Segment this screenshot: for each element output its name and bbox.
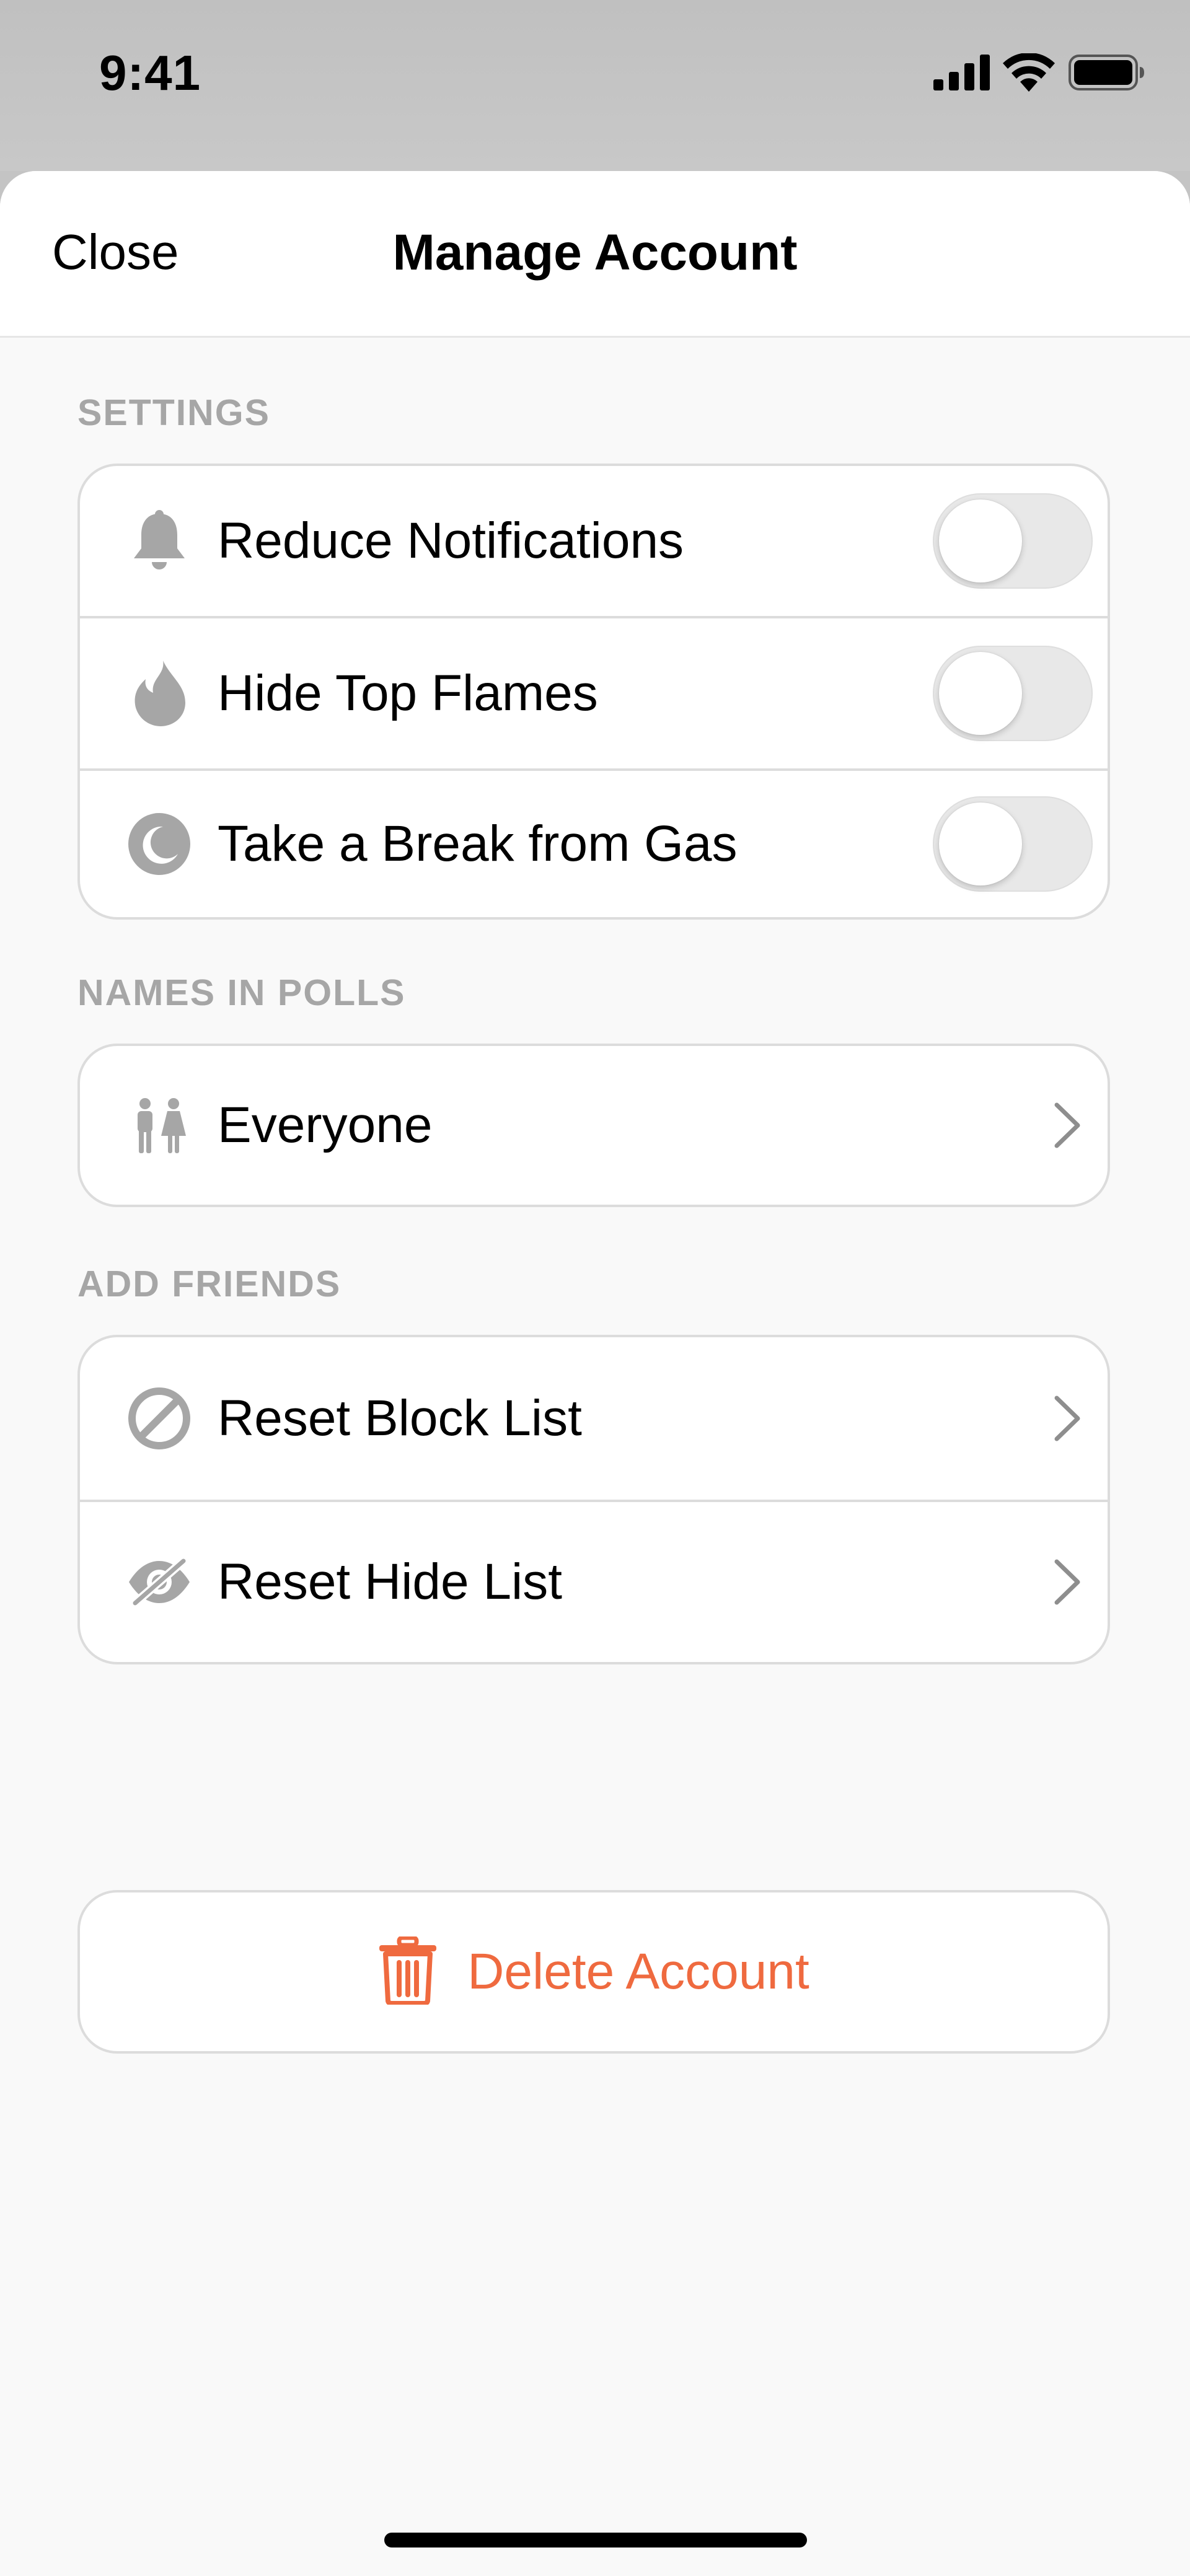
section-header-add-friends: ADD FRIENDS — [77, 1264, 342, 1304]
toggle-knob — [939, 802, 1022, 886]
page-title: Manage Account — [392, 224, 798, 281]
names-in-polls-row[interactable]: Everyone — [80, 1046, 1108, 1205]
status-icons — [933, 53, 1145, 92]
bell-icon — [125, 506, 194, 576]
section-header-settings: SETTINGS — [77, 392, 271, 433]
settings-row-reduce-notifications[interactable]: Reduce Notifications — [80, 466, 1108, 616]
wifi-icon — [1003, 53, 1055, 92]
moon-icon — [125, 809, 194, 879]
status-time: 9:41 — [99, 45, 201, 100]
toggle-knob — [939, 499, 1022, 582]
home-indicator[interactable] — [384, 2533, 807, 2547]
delete-account-label: Delete Account — [467, 1943, 809, 2000]
block-icon — [125, 1384, 194, 1453]
hide-top-flames-toggle[interactable] — [933, 646, 1093, 741]
take-a-break-toggle[interactable] — [933, 796, 1093, 892]
names-in-polls-group: Everyone — [77, 1044, 1110, 1207]
delete-account-button[interactable]: Delete Account — [77, 1890, 1110, 2054]
section-header-names-in-polls: NAMES IN POLLS — [77, 972, 406, 1013]
navigation-bar: Close Manage Account — [0, 171, 1190, 338]
toggle-knob — [939, 652, 1022, 735]
add-friends-group: Reset Block List Reset Hide List — [77, 1335, 1110, 1664]
settings-row-label: Hide Top Flames — [218, 665, 598, 721]
settings-group: Reduce Notifications Hide Top Flames Tak… — [77, 464, 1110, 920]
trash-icon — [378, 1935, 438, 2008]
settings-row-label: Reduce Notifications — [218, 512, 684, 569]
reset-hide-list-row[interactable]: Reset Hide List — [80, 1500, 1108, 1662]
reduce-notifications-toggle[interactable] — [933, 493, 1093, 589]
settings-row-hide-top-flames[interactable]: Hide Top Flames — [80, 616, 1108, 768]
eye-slash-icon — [125, 1547, 194, 1617]
reset-block-list-label: Reset Block List — [218, 1390, 582, 1446]
people-icon — [125, 1091, 194, 1160]
settings-row-take-a-break[interactable]: Take a Break from Gas — [80, 768, 1108, 917]
reset-hide-list-label: Reset Hide List — [218, 1554, 563, 1610]
names-in-polls-value: Everyone — [218, 1097, 433, 1153]
chevron-right-icon — [1054, 1396, 1080, 1441]
chevron-right-icon — [1054, 1559, 1080, 1605]
flame-icon — [125, 659, 194, 728]
chevron-right-icon — [1054, 1102, 1080, 1148]
cellular-signal-icon — [933, 55, 990, 90]
settings-row-label: Take a Break from Gas — [218, 815, 738, 872]
delete-account-content: Delete Account — [378, 1935, 809, 2008]
battery-icon — [1069, 55, 1145, 90]
manage-account-sheet: Close Manage Account SETTINGS Reduce Not… — [0, 171, 1190, 2576]
status-bar: 9:41 — [0, 0, 1190, 171]
reset-block-list-row[interactable]: Reset Block List — [80, 1337, 1108, 1500]
